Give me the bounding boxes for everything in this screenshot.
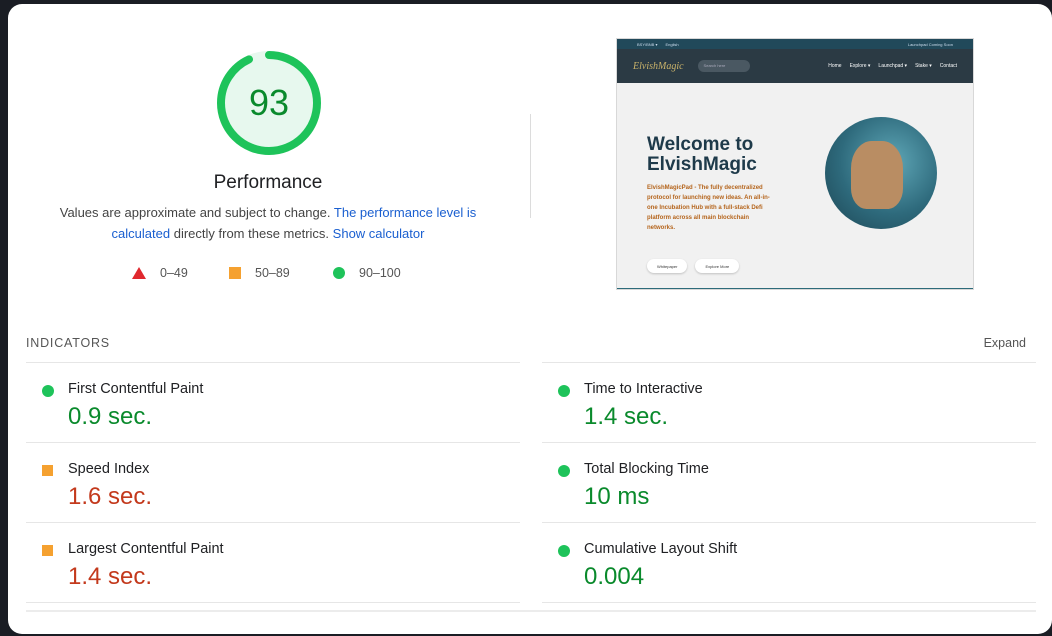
thumb-language: English <box>665 41 679 47</box>
thumb-navbar: ElvishMagic Search here Home Explore ▾ L… <box>617 49 973 83</box>
metric-value: 1.4 sec. <box>584 403 669 430</box>
row-divider <box>26 602 520 603</box>
thumb-nav-item: Contact <box>939 63 957 69</box>
metric-first-contentful-paint: First Contentful Paint 0.9 sec. <box>26 362 520 442</box>
rabbit-illustration <box>825 117 937 229</box>
description-text: Values are approximate and subject to ch… <box>59 205 331 220</box>
performance-score: 93 <box>248 82 290 123</box>
vertical-divider <box>530 114 531 218</box>
score-legend: 0–49 50–89 90–100 <box>8 266 528 286</box>
performance-title: Performance <box>213 172 323 193</box>
show-calculator-link[interactable]: Show calculator <box>333 226 425 241</box>
thumb-whitepaper-button: Whitepaper <box>647 259 688 273</box>
description-text-2: directly from these metrics. <box>173 226 330 241</box>
thumb-hero-buttons: Whitepaper Explore More <box>647 259 740 273</box>
page-screenshot-thumbnail: BSY/BNB ▾ English Launchpad Coming Soon … <box>616 38 974 290</box>
thumb-nav-item: Launchpad ▾ <box>878 63 908 69</box>
circle-icon <box>333 267 345 279</box>
metric-value: 0.9 sec. <box>68 403 153 430</box>
indicators-right-column: Time to Interactive 1.4 sec. Total Block… <box>542 362 1036 603</box>
metric-label: Time to Interactive <box>584 381 703 397</box>
metric-label: Largest Contentful Paint <box>68 541 224 557</box>
bottom-strip <box>26 610 1036 612</box>
metric-label: Cumulative Layout Shift <box>584 541 738 557</box>
pass-circle-icon <box>558 385 570 397</box>
performance-score-gauge: 93 <box>212 46 326 160</box>
metric-value: 10 ms <box>584 483 650 510</box>
metric-label: First Contentful Paint <box>68 381 204 397</box>
pass-circle-icon <box>42 385 54 397</box>
thumb-explore-button: Explore More <box>695 259 740 273</box>
indicators-left-column: First Contentful Paint 0.9 sec. Speed In… <box>26 362 520 603</box>
thumb-announcement: Launchpad Coming Soon <box>907 41 953 47</box>
metric-value: 1.6 sec. <box>68 483 153 510</box>
indicators-header: INDICATORS <box>26 336 110 350</box>
metric-value: 1.4 sec. <box>68 563 153 590</box>
row-divider <box>542 602 1036 603</box>
metric-speed-index: Speed Index 1.6 sec. <box>26 442 520 522</box>
thumb-search: Search here <box>697 60 750 72</box>
average-square-icon <box>42 545 53 556</box>
legend-range: 90–100 <box>359 266 401 280</box>
thumb-hero-title: Welcome to ElvishMagic <box>647 134 757 175</box>
pass-circle-icon <box>558 465 570 477</box>
triangle-icon <box>132 267 146 279</box>
average-square-icon <box>42 465 53 476</box>
thumb-currency: BSY/BNB ▾ <box>637 41 658 47</box>
metric-label: Speed Index <box>68 461 150 477</box>
thumb-topbar: BSY/BNB ▾ English Launchpad Coming Soon <box>617 39 973 49</box>
thumb-nav-item: Explore ▾ <box>849 63 871 69</box>
metric-cumulative-layout-shift: Cumulative Layout Shift 0.004 <box>542 522 1036 602</box>
metric-time-to-interactive: Time to Interactive 1.4 sec. <box>542 362 1036 442</box>
metric-value: 0.004 <box>584 563 645 590</box>
performance-description: Values are approximate and subject to ch… <box>48 202 488 244</box>
metric-label: Total Blocking Time <box>584 461 709 477</box>
thumb-nav-item: Home <box>828 63 842 69</box>
thumb-hero: Welcome to ElvishMagic ElvishMagicPad - … <box>617 83 973 289</box>
legend-range: 50–89 <box>255 266 290 280</box>
thumb-nav-item: Stake ▾ <box>915 63 932 69</box>
thumb-hero-text: ElvishMagicPad - The fully decentralized… <box>647 185 770 231</box>
performance-report-card: 93 Performance Values are approximate an… <box>8 4 1052 634</box>
square-icon <box>229 267 241 279</box>
legend-item-average: 50–89 <box>229 266 290 280</box>
legend-item-fail: 0–49 <box>132 266 188 280</box>
legend-range: 0–49 <box>160 266 188 280</box>
legend-item-pass: 90–100 <box>333 266 401 280</box>
thumb-bottom-bar <box>617 288 973 289</box>
metric-total-blocking-time: Total Blocking Time 10 ms <box>542 442 1036 522</box>
metric-largest-contentful-paint: Largest Contentful Paint 1.4 sec. <box>26 522 520 602</box>
thumb-logo: ElvishMagic <box>633 60 684 72</box>
expand-button[interactable]: Expand <box>984 336 1026 350</box>
pass-circle-icon <box>558 545 570 557</box>
